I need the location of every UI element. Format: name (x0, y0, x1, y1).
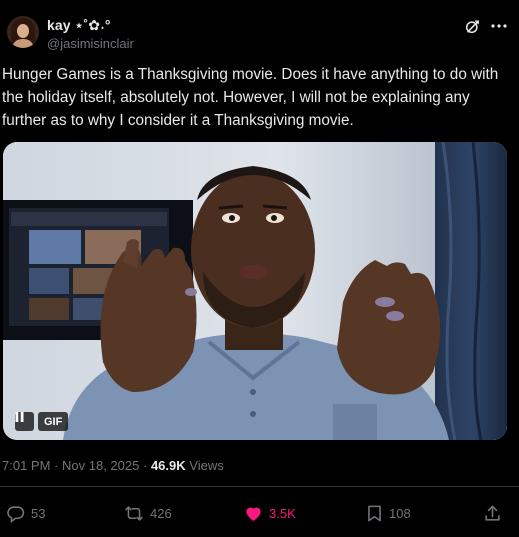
repost-button[interactable]: 426 (124, 500, 172, 526)
meta-separator: · (54, 458, 59, 473)
pause-icon[interactable] (15, 412, 34, 431)
author-display-name[interactable]: kay ⋆˚✿˖° (47, 17, 111, 34)
bookmark-icon (368, 505, 381, 521)
repost-icon (125, 505, 143, 521)
reply-icon (7, 505, 25, 523)
share-icon (485, 505, 500, 521)
gif-controls: GIF (15, 412, 69, 431)
views-label: Views (189, 458, 224, 473)
bookmark-count: 108 (389, 505, 411, 521)
author-avatar[interactable] (7, 16, 39, 48)
tweet-header: kay ⋆˚✿˖° @jasimisinclair (0, 0, 519, 62)
like-count: 3.5K (269, 505, 296, 521)
like-button[interactable]: 3.5K (244, 500, 296, 526)
gif-frame-illustration (3, 142, 507, 440)
tweet-text: Hunger Games is a Thanksgiving movie. Do… (2, 66, 499, 129)
avatar-face (17, 24, 29, 38)
gif-badge: GIF (38, 412, 69, 431)
author-handle[interactable]: @jasimisinclair (47, 36, 134, 51)
repost-count: 426 (150, 505, 172, 521)
meta-separator: · (142, 458, 148, 473)
tweet-meta: 7:01 PM · Nov 18, 2025 · 46.9K Views (2, 458, 224, 473)
tweet-time[interactable]: 7:01 PM (2, 458, 50, 473)
divider (0, 486, 519, 487)
grok-icon[interactable] (461, 15, 483, 37)
bookmark-button[interactable]: 108 (366, 500, 411, 526)
tweet-date[interactable]: Nov 18, 2025 (62, 458, 139, 473)
tweet-gif[interactable]: GIF (3, 142, 507, 440)
reply-count: 53 (31, 505, 46, 521)
tweet-actions: 53 426 3.5K 108 (0, 500, 519, 526)
reply-button[interactable]: 53 (6, 500, 45, 526)
heart-icon (246, 507, 261, 521)
more-options-icon[interactable] (488, 15, 510, 37)
views-count: 46.9K (150, 458, 186, 473)
share-button[interactable] (483, 500, 502, 526)
